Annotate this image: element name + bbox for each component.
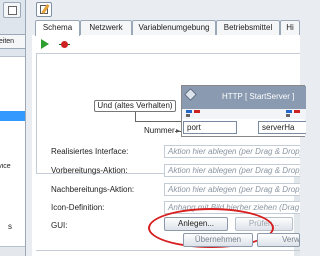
uebernehmen-button[interactable]: Übernehmen <box>183 233 253 247</box>
input-label[interactable]: Nummer <box>144 126 175 135</box>
left-tree <box>0 56 25 246</box>
left-tab[interactable]: Arbeiten <box>0 34 25 49</box>
http-node[interactable]: HTTP [ StartServer ] port serverHa <box>181 85 306 137</box>
realisiertes-interface-drop-field[interactable]: Aktion hier ablegen (per Drag & Drop) <box>164 145 300 158</box>
left-tree-item-fragment[interactable]: ervice <box>0 163 25 170</box>
nachbereitungs-aktion-drop-field[interactable]: Aktion hier ablegen (per Drag & Drop) <box>164 183 300 196</box>
label-realisiertes-interface: Realisiertes Interface: <box>51 147 129 156</box>
label-icon-definition: Icon-Definition: <box>51 203 105 212</box>
schema-panel: Und (altes Verhalten) Nummer HTTP [ Star… <box>32 35 306 256</box>
connector-line <box>135 121 181 122</box>
label-gui: GUI: <box>51 221 68 230</box>
play-icon[interactable] <box>41 39 49 49</box>
divider <box>36 250 300 251</box>
module-icon <box>184 88 197 101</box>
pruefen-button[interactable]: Prüfen... <box>235 217 293 231</box>
node-cell-serverha[interactable]: serverHa <box>258 121 306 134</box>
tab-hi[interactable]: Hi <box>280 20 300 35</box>
editor-toolbar <box>27 0 300 20</box>
left-tree-item-fragment-2: s <box>8 222 12 231</box>
pencil-icon <box>8 6 17 15</box>
tab-betriebsmittel[interactable]: Betriebsmittel <box>216 20 280 35</box>
zone-label[interactable]: Und (altes Verhalten) <box>94 100 176 112</box>
pin-icon[interactable] <box>286 110 292 113</box>
vorbereitungs-aktion-drop-field[interactable]: Aktion hier ablegen (per Drag & Drop) <box>164 164 300 177</box>
pin-icon[interactable] <box>186 114 190 117</box>
edit-icon-button[interactable] <box>36 2 52 17</box>
pin-icon[interactable] <box>294 110 300 113</box>
label-nachbereitungs-aktion: Nachbereitungs-Aktion: <box>51 185 135 194</box>
tab-netzwerk[interactable]: Netzwerk <box>80 20 132 35</box>
verwerfen-button[interactable]: Verw <box>257 233 300 247</box>
left-panel: Arbeiten ervice s <box>0 0 26 256</box>
pin-icon[interactable] <box>194 110 200 113</box>
node-header[interactable]: HTTP [ StartServer ] <box>182 86 306 109</box>
left-horizontal-scrollbar[interactable] <box>0 246 25 256</box>
arrow-right-icon <box>176 129 180 133</box>
anlegen-button[interactable]: Anlegen... <box>164 217 228 231</box>
node-title: HTTP [ StartServer ] <box>222 92 295 101</box>
node-cell-port[interactable]: port <box>183 121 237 134</box>
edit-tool-button[interactable] <box>3 2 21 18</box>
pin-icon[interactable] <box>186 110 192 113</box>
left-tree-selected-item[interactable] <box>0 111 25 121</box>
label-vorbereitungs-aktion: Vorbereitungs-Aktion: <box>51 166 128 175</box>
pin-icon[interactable] <box>286 114 290 117</box>
bug-body <box>61 41 68 48</box>
tab-variablenumgebung[interactable]: Variablenumgebung <box>132 20 216 35</box>
tab-schema[interactable]: Schema <box>35 20 80 36</box>
bug-icon[interactable] <box>59 39 70 49</box>
icon-definition-drop-field[interactable]: Anhang mit Bild hierher ziehen (Drag & D <box>164 201 300 214</box>
